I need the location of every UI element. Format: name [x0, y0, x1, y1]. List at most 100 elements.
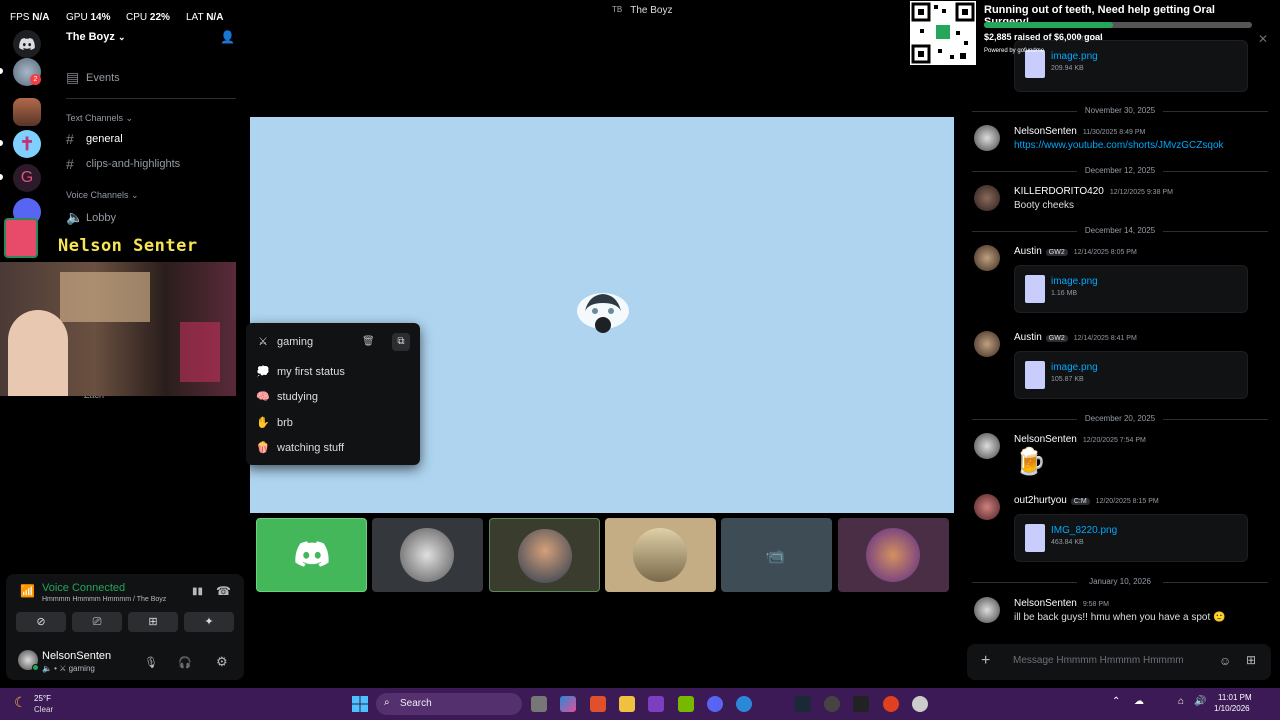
clipchamp-icon[interactable]: [648, 696, 664, 712]
message-link[interactable]: https://www.youtube.com/shorts/JMvzGCZsq…: [1014, 140, 1224, 151]
message-author[interactable]: Austin GW2 12/14/2025 8:41 PM: [1014, 332, 1137, 343]
task-view-icon[interactable]: [531, 696, 547, 712]
screen-share-button[interactable]: ⎚: [72, 612, 122, 632]
message-author[interactable]: NelsonSenten 11/30/2025 8:49 PM: [1014, 126, 1145, 137]
disconnect-icon[interactable]: ☎: [216, 584, 231, 598]
hand-icon: ✋: [256, 417, 270, 429]
participant-tile[interactable]: [372, 518, 483, 592]
activities-button[interactable]: ⊞: [128, 612, 178, 632]
microphone-icon[interactable]: 🎙: [144, 656, 158, 669]
close-icon[interactable]: ✕: [1258, 32, 1268, 46]
avatar[interactable]: [974, 125, 1000, 151]
message-author[interactable]: NelsonSenten 12/20/2025 7:54 PM: [1014, 434, 1146, 445]
events-item[interactable]: ▤ Events: [66, 69, 120, 86]
avatar[interactable]: [974, 331, 1000, 357]
apps-icon[interactable]: ⊞: [1246, 653, 1256, 667]
status-option[interactable]: 💭 my first status: [256, 365, 411, 379]
voice-channel-path[interactable]: Hmmmm Hmmmm Hmmmm / The Boyz: [42, 596, 166, 603]
date-divider: January 10, 2026: [960, 577, 1280, 586]
camera-off-button[interactable]: ⊘: [16, 612, 66, 632]
avatar[interactable]: [974, 494, 1000, 520]
participant-tile-discord[interactable]: [256, 518, 367, 592]
popcorn-icon: 🍿: [256, 442, 270, 454]
webcam-feed: [0, 262, 236, 396]
arcade-cabinet-icon: [4, 218, 38, 258]
gear-icon[interactable]: ⚙: [216, 654, 228, 670]
user-name[interactable]: NelsonSenten: [42, 650, 111, 662]
participant-tile[interactable]: 📹: [721, 518, 832, 592]
cloud-icon[interactable]: ☁: [1134, 696, 1144, 707]
window-title-text: The Boyz: [630, 5, 673, 16]
server-name-header[interactable]: The Boyz ⌄: [66, 31, 126, 43]
clock-date[interactable]: 1/10/2026: [1214, 704, 1250, 713]
network-icon[interactable]: ⌂: [1178, 696, 1184, 707]
text-channels-category[interactable]: Text Channels ⌄: [66, 113, 133, 124]
participant-tile[interactable]: [605, 518, 716, 592]
avatar[interactable]: [974, 433, 1000, 459]
attachment[interactable]: IMG_8220.png 463.84 KB: [1014, 514, 1248, 562]
lat-stat: LAT N/A: [186, 12, 224, 23]
obs-icon[interactable]: [912, 696, 928, 712]
server-icon-3[interactable]: ✝: [13, 130, 41, 158]
taskbar-search[interactable]: ⌕ Search: [376, 693, 522, 715]
steam-icon[interactable]: [795, 696, 811, 712]
attachment[interactable]: image.png 105.87 KB: [1014, 351, 1248, 399]
switch-status-icon[interactable]: ⧉: [392, 333, 410, 351]
file-explorer-icon[interactable]: [619, 696, 635, 712]
copilot-icon[interactable]: [560, 696, 576, 712]
message-author[interactable]: out2hurtyou C:M 12/20/2025 8:15 PM: [1014, 495, 1159, 506]
chevron-up-icon[interactable]: ⌃: [1112, 696, 1120, 707]
epic-games-icon[interactable]: [853, 696, 869, 712]
online-indicator: [32, 664, 39, 671]
avatar[interactable]: [974, 597, 1000, 623]
add-attachment-icon[interactable]: +: [981, 652, 990, 670]
message-author[interactable]: NelsonSenten 9:58 PM: [1014, 598, 1109, 609]
delete-status-icon[interactable]: 🗑: [362, 336, 375, 347]
attachment[interactable]: image.png 1.16 MB: [1014, 265, 1248, 313]
voice-channels-category[interactable]: Voice Channels ⌄: [66, 190, 139, 201]
server-icon-4[interactable]: G: [13, 164, 41, 192]
channel-clips-and-highlights[interactable]: # clips-and-highlights: [66, 156, 180, 172]
noise-suppression-icon[interactable]: ▮▮: [192, 586, 203, 597]
weather-desc[interactable]: Clear: [34, 705, 53, 714]
status-option[interactable]: 🍿 watching stuff: [256, 441, 411, 455]
status-option[interactable]: 🧠 studying: [256, 390, 411, 404]
voice-status-title[interactable]: Voice Connected: [42, 582, 125, 594]
donation-overlay: Running out of teeth, Need help getting …: [980, 0, 1256, 60]
windows-taskbar: ☾ 25°F Clear ⌕ Search ⌃ ☁ ⌂ 🔊 11:01 PM 1…: [0, 688, 1280, 720]
server-icon-2[interactable]: [13, 98, 41, 126]
avatar[interactable]: [974, 245, 1000, 271]
status-option[interactable]: ✋ brb: [256, 416, 411, 430]
crossed-swords-icon: ⚔: [258, 336, 268, 348]
discord-taskbar-icon[interactable]: [707, 696, 723, 712]
clock-time[interactable]: 11:01 PM: [1218, 693, 1252, 702]
invite-people-icon[interactable]: 👤: [220, 30, 235, 44]
voice-channel-lobby[interactable]: 🔈 Lobby: [66, 209, 116, 226]
discord-home-icon[interactable]: [13, 30, 41, 58]
participant-tile[interactable]: [489, 518, 600, 592]
channel-general[interactable]: # general: [66, 131, 123, 147]
unread-pip: [0, 68, 3, 74]
xbox-icon[interactable]: [824, 696, 840, 712]
headphones-icon[interactable]: 🎧: [178, 656, 192, 669]
message-author[interactable]: KILLERDORITO420 12/12/2025 9:38 PM: [1014, 186, 1173, 197]
nvidia-icon[interactable]: [678, 696, 694, 712]
edge-icon[interactable]: [736, 696, 752, 712]
participant-tile[interactable]: [838, 518, 949, 592]
message-input[interactable]: Message Hmmmm Hmmmm Hmmmm: [1013, 655, 1184, 666]
volume-icon[interactable]: 🔊: [1194, 696, 1206, 707]
message-composer[interactable]: + Message Hmmmm Hmmmm Hmmmm ☺ ⊞: [967, 644, 1271, 680]
weather-moon-icon[interactable]: ☾: [14, 694, 27, 711]
brave-icon[interactable]: [590, 696, 606, 712]
avatar[interactable]: [974, 185, 1000, 211]
weather-temp[interactable]: 25°F: [34, 694, 51, 703]
status-current[interactable]: ⚔ gaming 🗑: [256, 335, 411, 349]
origin-icon[interactable]: [883, 696, 899, 712]
start-icon[interactable]: [352, 696, 368, 715]
speaker-avatar: [575, 289, 631, 339]
message-author[interactable]: Austin GW2 12/14/2025 8:05 PM: [1014, 246, 1137, 257]
emoji-icon[interactable]: ☺: [1219, 654, 1231, 668]
brain-icon: 🧠: [256, 391, 270, 403]
soundboard-button[interactable]: ✦: [184, 612, 234, 632]
unread-pip: [0, 174, 3, 180]
